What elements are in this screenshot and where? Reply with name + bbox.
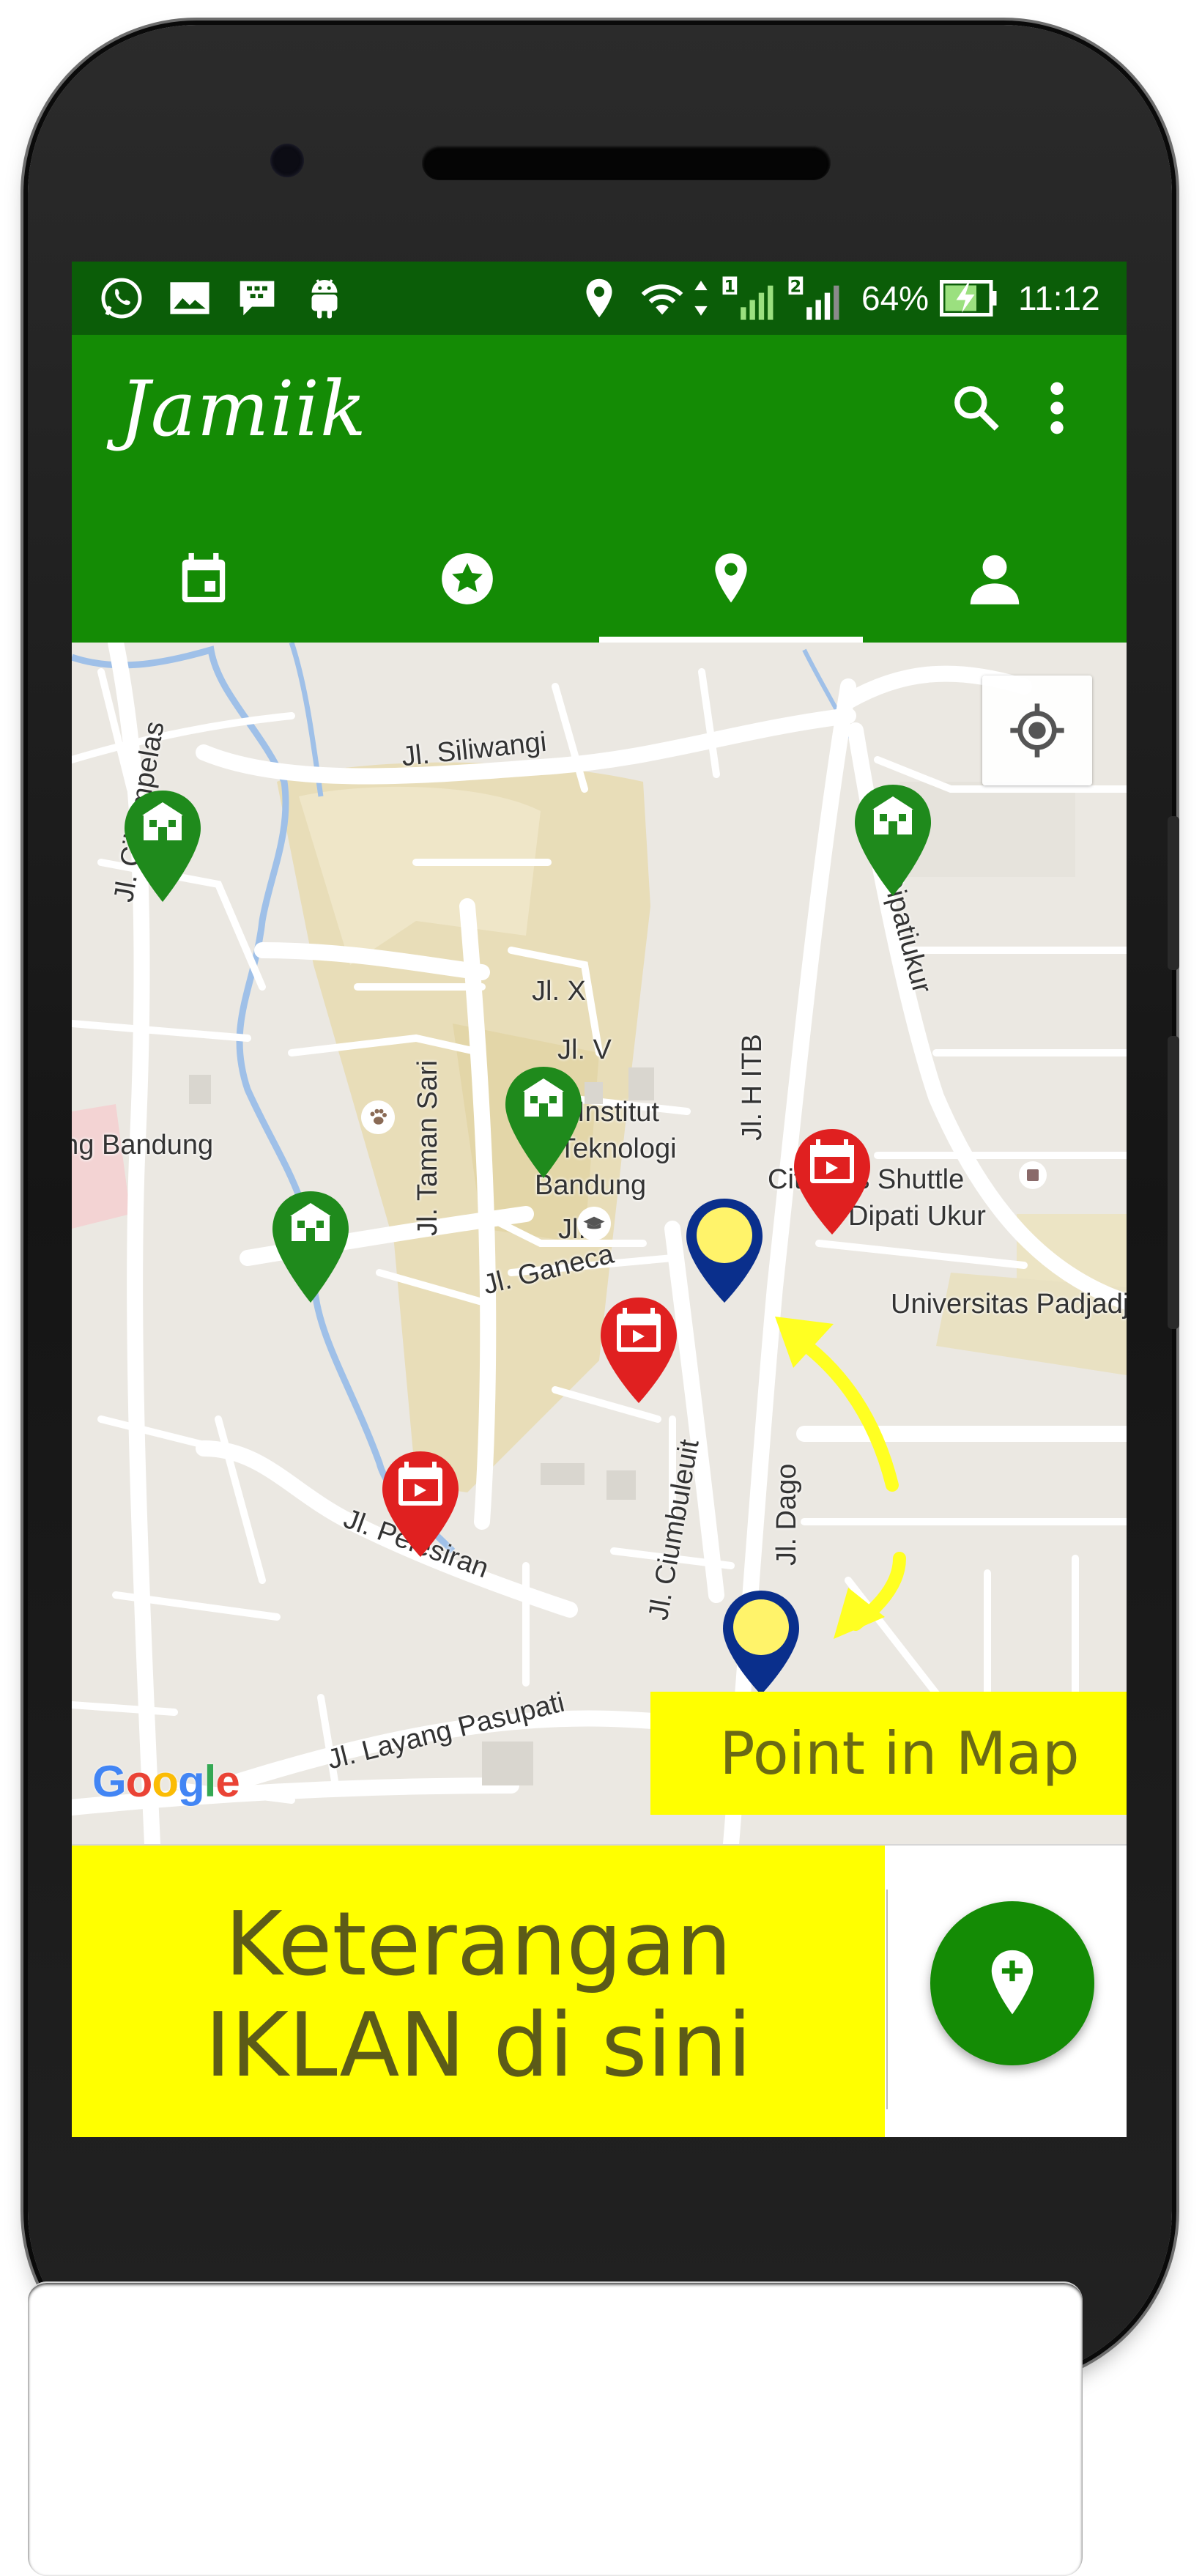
my-location-icon xyxy=(1010,703,1064,758)
mosque-marker[interactable] xyxy=(502,1064,585,1184)
road-label-jlv: Jl. V xyxy=(557,1035,612,1065)
data-arrows-icon xyxy=(691,275,711,322)
star-icon xyxy=(442,552,493,604)
add-location-icon xyxy=(991,1950,1034,2015)
sim2-label: 2 xyxy=(790,277,801,296)
map-pin-icon xyxy=(715,552,747,602)
search-icon xyxy=(954,386,999,431)
callout-arrows xyxy=(775,1317,906,1639)
poi-label-binatang: Kebun Binatang Bandung xyxy=(72,1130,214,1161)
gallery-icon xyxy=(166,275,214,322)
ad-line-1: Keterangan xyxy=(224,1894,732,1996)
location-icon xyxy=(577,275,621,322)
android-icon xyxy=(300,275,349,322)
search-button[interactable] xyxy=(943,375,1009,441)
add-location-button[interactable] xyxy=(930,1901,1094,2065)
tab-events[interactable] xyxy=(72,514,335,643)
ad-divider xyxy=(886,1890,888,2109)
campus-label-1: Institut xyxy=(577,1097,659,1128)
calendar-icon xyxy=(182,552,226,602)
road-label-jlx: Jl. X xyxy=(532,976,586,1007)
battery-charging-icon xyxy=(940,275,998,322)
signal-icon-2: 2 xyxy=(786,275,841,322)
tab-profile[interactable] xyxy=(863,514,1127,643)
clock: 11:12 xyxy=(1018,279,1100,317)
ad-line-2: IKLAN di sini xyxy=(204,1995,752,2097)
bottom-speaker xyxy=(28,2281,1083,2576)
tab-bar xyxy=(72,514,1127,643)
sim1-label: 1 xyxy=(724,277,735,296)
screen: 1 2 64% 11:12 Jamiik Jl. Siliwangi Jl. C… xyxy=(72,262,1127,2137)
event-marker[interactable] xyxy=(791,1126,873,1240)
front-camera xyxy=(270,144,304,177)
app-bar: Jamiik xyxy=(72,335,1127,514)
top-speaker xyxy=(422,145,831,180)
road-label-hitb: Jl. H ITB xyxy=(737,1034,768,1141)
road-label-tamansari: Jl. Taman Sari xyxy=(412,1059,443,1236)
signal-icon: 1 xyxy=(720,275,775,322)
active-tab-indicator xyxy=(599,637,863,643)
bottom-panel: Keterangan IKLAN di sini xyxy=(72,1844,1127,2137)
bus-stop-icon xyxy=(1019,1161,1047,1189)
paw-icon xyxy=(361,1100,395,1134)
overflow-menu-button[interactable] xyxy=(1024,375,1090,441)
more-vert-icon xyxy=(1050,382,1064,434)
tab-map[interactable] xyxy=(599,514,863,643)
person-icon xyxy=(970,555,1020,604)
event-marker[interactable] xyxy=(379,1448,461,1563)
status-bar: 1 2 64% 11:12 xyxy=(72,262,1127,335)
google-logo: Google xyxy=(92,1757,240,1806)
whatsapp-icon xyxy=(97,275,146,322)
volume-button xyxy=(1168,816,1179,970)
battery-percent: 64% xyxy=(861,279,930,317)
app-logo: Jamiik xyxy=(119,364,367,454)
wifi-icon xyxy=(636,275,689,322)
school-icon xyxy=(577,1207,611,1240)
bbm-icon xyxy=(233,275,281,322)
map-view[interactable]: Jl. Siliwangi Jl. Cihampelas Jl. Dipatiu… xyxy=(72,643,1127,1844)
ad-banner[interactable]: Keterangan IKLAN di sini xyxy=(72,1846,885,2137)
event-marker[interactable] xyxy=(598,1295,680,1409)
mosque-marker[interactable] xyxy=(122,788,204,908)
mosque-marker[interactable] xyxy=(270,1188,352,1309)
mosque-marker[interactable] xyxy=(852,782,934,902)
tab-favorites[interactable] xyxy=(335,514,599,643)
callout-point-in-map: Point in Map xyxy=(650,1692,1127,1815)
my-location-button[interactable] xyxy=(982,676,1092,785)
power-button xyxy=(1168,1036,1179,1329)
